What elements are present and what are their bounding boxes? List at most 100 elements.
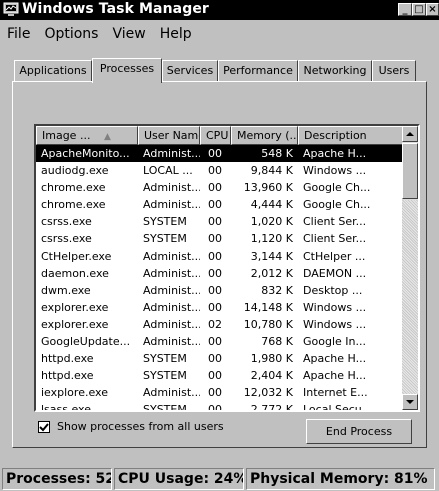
cell-user-name: LOCAL ...: [143, 164, 193, 178]
cell-cpu: 00: [208, 147, 222, 160]
title-bar: Windows Task Manager _ □ ×: [0, 0, 439, 20]
table-row[interactable]: explorer.exe Administ... 02 10,780 K Windows…: [36, 316, 404, 333]
cell-description: Windows ...: [303, 300, 367, 314]
end-process-button[interactable]: End Process: [306, 419, 412, 444]
table-row[interactable]: csrss.exe SYSTEM 00 1,020 K Client Ser...: [36, 213, 404, 230]
task-manager-icon: [3, 2, 19, 16]
cell-cpu: 00: [208, 249, 222, 263]
table-row[interactable]: explorer.exe Administ... 00 14,148 K Windows…: [36, 299, 404, 316]
minimize-button[interactable]: _: [398, 3, 412, 16]
checkmark-icon: [39, 422, 49, 431]
menu-file[interactable]: File: [0, 24, 37, 44]
cell-image-name: csrss.exe: [41, 232, 92, 246]
cell-description: Google Ch...: [303, 181, 371, 195]
cell-description: Apache H...: [303, 369, 367, 383]
cell-cpu: 00: [208, 403, 222, 412]
tab-applications[interactable]: Applications: [14, 60, 92, 82]
table-row[interactable]: GoogleUpdate... Administ... 00 768 K Google …: [36, 333, 404, 350]
cell-image-name: explorer.exe: [41, 300, 109, 314]
cell-description: Windows ...: [303, 317, 367, 331]
column-image-name-label: Image ...: [42, 129, 91, 142]
cell-memory: 1,120 K: [250, 232, 293, 246]
arrow-up-icon: [406, 132, 414, 136]
cell-description: Desktop ...: [303, 283, 363, 297]
table-row[interactable]: chrome.exe Administ... 00 13,960 K Google Ch…: [36, 179, 404, 196]
cell-memory: 10,780 K: [243, 317, 293, 331]
cell-cpu: 00: [208, 181, 222, 195]
cell-memory: 12,032 K: [243, 386, 293, 400]
cell-user-name: SYSTEM: [143, 369, 187, 383]
cell-image-name: explorer.exe: [41, 317, 109, 331]
close-button[interactable]: ×: [426, 3, 439, 16]
cell-user-name: Administ...: [143, 283, 200, 297]
menu-view[interactable]: View: [105, 24, 152, 44]
table-row[interactable]: httpd.exe SYSTEM 00 1,980 K Apache H...: [36, 350, 404, 367]
cell-user-name: Administ...: [143, 386, 200, 400]
menu-help[interactable]: Help: [153, 24, 199, 44]
cell-memory: 1,980 K: [250, 352, 293, 366]
table-row[interactable]: daemon.exe Administ... 00 2,012 K DAEMON ...: [36, 265, 404, 282]
vertical-scrollbar[interactable]: [402, 126, 418, 410]
menu-bar: File Options View Help: [0, 24, 199, 44]
cell-user-name: Administ...: [143, 249, 200, 263]
arrow-down-icon: [406, 400, 414, 404]
cell-user-name: Administ...: [143, 335, 200, 349]
cell-cpu: 00: [208, 215, 222, 229]
cell-user-name: Administ...: [143, 317, 200, 331]
tab-processes[interactable]: Processes: [92, 58, 162, 83]
cell-description: Apache H...: [303, 352, 367, 366]
table-row[interactable]: csrss.exe SYSTEM 00 1,120 K Client Ser...: [36, 230, 404, 247]
cell-cpu: 00: [208, 300, 222, 314]
cell-cpu: 00: [208, 386, 222, 400]
tab-networking[interactable]: Networking: [298, 60, 372, 82]
scroll-track[interactable]: [402, 200, 418, 394]
cell-description: Google Ch...: [303, 198, 371, 212]
process-list[interactable]: Image ... ▲ User Name CPU Memory (... De…: [34, 124, 420, 412]
cell-image-name: ApacheMonito...: [41, 147, 130, 160]
cell-image-name: audiodg.exe: [41, 164, 109, 178]
cell-description: Apache H...: [303, 147, 367, 160]
cell-user-name: SYSTEM: [143, 232, 187, 246]
table-row[interactable]: chrome.exe Administ... 00 4,444 K Google Ch.…: [36, 196, 404, 213]
cell-cpu: 00: [208, 164, 222, 178]
tab-users[interactable]: Users: [372, 60, 416, 82]
column-image-name[interactable]: Image ... ▲: [36, 126, 138, 145]
cell-user-name: SYSTEM: [143, 215, 187, 229]
scroll-thumb[interactable]: [402, 143, 418, 199]
table-row[interactable]: CtHelper.exe Administ... 00 3,144 K CtHelper…: [36, 248, 404, 265]
cell-user-name: Administ...: [143, 300, 200, 314]
show-all-users-checkbox[interactable]: [38, 420, 50, 433]
maximize-button[interactable]: □: [412, 3, 426, 16]
cell-description: Windows ...: [303, 164, 367, 178]
cell-cpu: 00: [208, 335, 222, 349]
table-row[interactable]: dwm.exe Administ... 00 832 K Desktop ...: [36, 282, 404, 299]
cell-memory: 3,144 K: [250, 249, 293, 263]
status-bar: Processes: 52 CPU Usage: 24% Physical Me…: [0, 466, 439, 491]
cell-memory: 9,844 K: [250, 164, 293, 178]
column-user-name[interactable]: User Name: [138, 126, 200, 145]
cell-user-name: SYSTEM: [143, 403, 187, 412]
menu-options[interactable]: Options: [37, 24, 105, 44]
show-all-users-row[interactable]: Show processes from all users: [38, 420, 224, 433]
cell-description: DAEMON ...: [303, 266, 367, 280]
cell-memory: 14,148 K: [243, 300, 293, 314]
tab-services[interactable]: Services: [162, 60, 218, 82]
table-row[interactable]: audiodg.exe LOCAL ... 00 9,844 K Windows ...: [36, 162, 404, 179]
cell-description: CtHelper ...: [303, 249, 366, 263]
table-row[interactable]: iexplore.exe Administ... 00 12,032 K Interne…: [36, 384, 404, 401]
cell-memory: 2,012 K: [250, 266, 293, 280]
column-memory[interactable]: Memory (...: [231, 126, 298, 145]
status-physical-memory: Physical Memory: 81%: [246, 468, 435, 490]
table-row[interactable]: httpd.exe SYSTEM 00 2,404 K Apache H...: [36, 367, 404, 384]
column-cpu[interactable]: CPU: [200, 126, 231, 145]
show-all-users-label: Show processes from all users: [57, 420, 224, 433]
cell-image-name: dwm.exe: [41, 283, 91, 297]
cell-description: Internet E...: [303, 386, 368, 400]
table-row[interactable]: ApacheMonito... Administ... 00 548 K Apache …: [36, 145, 404, 163]
table-row[interactable]: lsass.exe SYSTEM 00 2,772 K Local Secu...: [36, 401, 404, 412]
tab-performance[interactable]: Performance: [218, 60, 298, 82]
scroll-down-button[interactable]: [402, 394, 418, 410]
column-description[interactable]: Description: [298, 126, 404, 145]
cell-image-name: chrome.exe: [41, 181, 106, 195]
scroll-up-button[interactable]: [402, 126, 418, 142]
